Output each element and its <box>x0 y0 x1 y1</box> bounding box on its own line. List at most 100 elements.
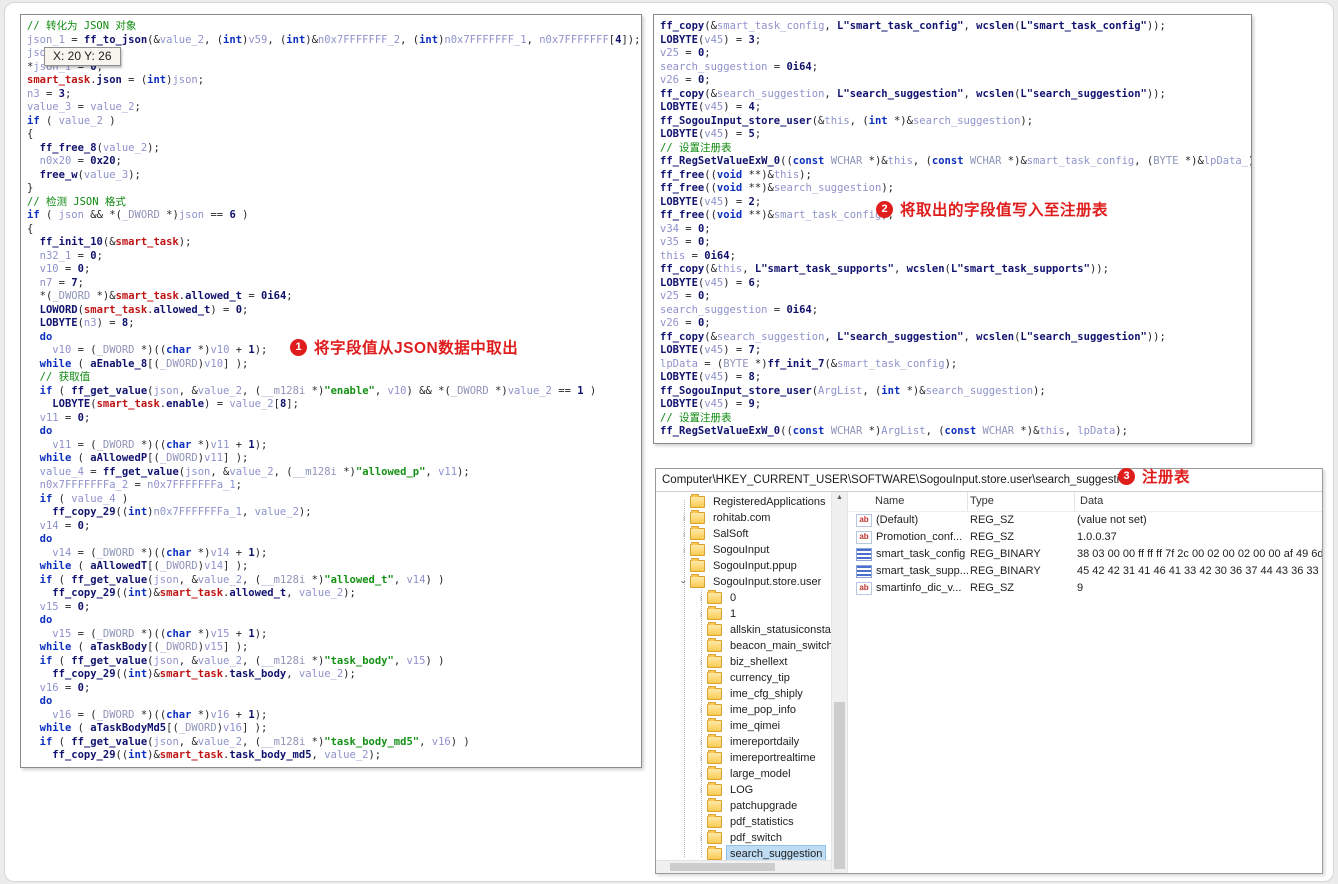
code-line[interactable]: // 检测 JSON 格式 <box>27 196 641 210</box>
code-line[interactable]: ff_free((void **)&search_suggestion); <box>660 182 1251 196</box>
tree-item-biz_shellext[interactable]: › biz_shellext <box>656 654 831 670</box>
tree-item-search_suggestion[interactable]: search_suggestion <box>656 845 831 861</box>
code-line[interactable]: search_suggestion = 0i64; <box>660 304 1251 318</box>
chevron-right-icon[interactable]: › <box>695 830 707 846</box>
tree-item-SalSoft[interactable]: › SalSoft <box>656 526 831 542</box>
tree-item-SogouInput.store.user[interactable]: › SogouInput.store.user <box>656 574 831 590</box>
code-line[interactable]: v26 = 0; <box>660 74 1251 88</box>
code-line[interactable]: n0x7FFFFFFFa_2 = n0x7FFFFFFFa_1; <box>27 479 641 493</box>
code-line[interactable]: v25 = 0; <box>660 47 1251 61</box>
code-line[interactable]: n32_1 = 0; <box>27 250 641 264</box>
value-row-Promotion_conf...[interactable]: ab Promotion_conf... REG_SZ 1.0.0.37 <box>848 529 1322 546</box>
code-line[interactable]: v34 = 0; <box>660 223 1251 237</box>
code-line[interactable]: this = 0i64; <box>660 250 1251 264</box>
code-line[interactable]: value_4 = ff_get_value(json, &value_2, (… <box>27 466 641 480</box>
column-header-data[interactable]: Data <box>1075 492 1322 511</box>
code-line[interactable]: ff_copy(&search_suggestion, L"search_sug… <box>660 331 1251 345</box>
code-line[interactable]: search_suggestion = 0i64; <box>660 61 1251 75</box>
code-line[interactable]: n0x20 = 0x20; <box>27 155 641 169</box>
tree-item-currency_tip[interactable]: currency_tip <box>656 670 831 686</box>
tree-item-patchupgrade[interactable]: patchupgrade <box>656 798 831 814</box>
tree-horizontal-scrollbar[interactable] <box>656 860 831 873</box>
code-line[interactable]: v35 = 0; <box>660 236 1251 250</box>
code-line[interactable]: ff_init_10(&smart_task); <box>27 236 641 250</box>
tree-item-imereportdaily[interactable]: › imereportdaily <box>656 734 831 750</box>
code-line[interactable]: if ( ff_get_value(json, &value_2, (__m12… <box>27 385 641 399</box>
code-line[interactable]: LOBYTE(v45) = 8; <box>660 371 1251 385</box>
code-line[interactable]: ff_copy_29((int)n0x7FFFFFFFa_1, value_2)… <box>27 506 641 520</box>
code-line[interactable]: do <box>27 425 641 439</box>
code-line[interactable]: ff_RegSetValueExW_0((const WCHAR *)&this… <box>660 155 1251 169</box>
tree-item-0[interactable]: › 0 <box>656 590 831 606</box>
code-line[interactable]: LOBYTE(v45) = 9; <box>660 398 1251 412</box>
tree-item-1[interactable]: › 1 <box>656 606 831 622</box>
tree-item-SogouInput.ppup[interactable]: SogouInput.ppup <box>656 558 831 574</box>
code-line[interactable]: if ( value_2 ) <box>27 115 641 129</box>
tree-item-pdf_switch[interactable]: › pdf_switch <box>656 830 831 846</box>
code-line[interactable]: v26 = 0; <box>660 317 1251 331</box>
scrollbar-thumb[interactable] <box>670 863 775 871</box>
chevron-right-icon[interactable]: › <box>695 734 707 750</box>
chevron-right-icon[interactable]: › <box>678 542 690 558</box>
chevron-right-icon[interactable]: › <box>695 654 707 670</box>
chevron-right-icon[interactable]: › <box>695 782 707 798</box>
code-line[interactable]: if ( ff_get_value(json, &value_2, (__m12… <box>27 574 641 588</box>
code-line[interactable]: if ( ff_get_value(json, &value_2, (__m12… <box>27 736 641 750</box>
code-line[interactable]: v10 = 0; <box>27 263 641 277</box>
tree-vertical-scrollbar[interactable]: ▲ <box>831 492 848 873</box>
scroll-up-icon[interactable]: ▲ <box>832 494 847 501</box>
code-line[interactable]: // 设置注册表 <box>660 142 1251 156</box>
code-line[interactable]: while ( aEnable_8[(_DWORD)v10] ); <box>27 358 641 372</box>
code-line[interactable]: free_w(value_3); <box>27 169 641 183</box>
chevron-right-icon[interactable]: › <box>695 750 707 766</box>
chevron-right-icon[interactable]: › <box>695 702 707 718</box>
code-line[interactable]: } <box>27 182 641 196</box>
code-line[interactable]: do <box>27 695 641 709</box>
code-line[interactable]: LOBYTE(smart_task.enable) = value_2[8]; <box>27 398 641 412</box>
registry-address-bar[interactable]: Computer\HKEY_CURRENT_USER\SOFTWARE\Sogo… <box>656 469 1322 492</box>
tree-item-ime_pop_info[interactable]: › ime_pop_info <box>656 702 831 718</box>
code-line[interactable]: lpData = (BYTE *)ff_init_7(&smart_task_c… <box>660 358 1251 372</box>
tree-item-ime_qimei[interactable]: ime_qimei <box>656 718 831 734</box>
code-line[interactable]: v16 = (_DWORD *)((char *)v16 + 1); <box>27 709 641 723</box>
column-header-type[interactable]: Type <box>968 492 1075 511</box>
code-line[interactable]: ff_copy_29((int)&smart_task.task_body, v… <box>27 668 641 682</box>
value-row-smart_task_supp...[interactable]: smart_task_supp... REG_BINARY 45 42 42 31 … <box>848 563 1322 580</box>
code-line[interactable]: LOBYTE(v45) = 4; <box>660 101 1251 115</box>
code-line[interactable]: v25 = 0; <box>660 290 1251 304</box>
code-line[interactable]: ff_copy(&smart_task_config, L"smart_task… <box>660 20 1251 34</box>
code-line[interactable]: if ( json && *(_DWORD *)json == 6 ) <box>27 209 641 223</box>
tree-item-pdf_statistics[interactable]: pdf_statistics <box>656 814 831 830</box>
tree-item-large_model[interactable]: › large_model <box>656 766 831 782</box>
code-line[interactable]: n7 = 7; <box>27 277 641 291</box>
tree-item-beacon_main_switch[interactable]: beacon_main_switch <box>656 638 831 654</box>
code-line[interactable]: while ( aAllowedT[(_DWORD)v14] ); <box>27 560 641 574</box>
code-line[interactable]: do <box>27 533 641 547</box>
code-line[interactable]: *(_DWORD *)&smart_task.allowed_t = 0i64; <box>27 290 641 304</box>
code-line[interactable]: LOBYTE(v45) = 7; <box>660 344 1251 358</box>
tree-item-ime_cfg_shiply[interactable]: ime_cfg_shiply <box>656 686 831 702</box>
code-line[interactable]: LOBYTE(v45) = 5; <box>660 128 1251 142</box>
code-line[interactable]: // 设置注册表 <box>660 412 1251 426</box>
code-line[interactable]: LOBYTE(v45) = 3; <box>660 34 1251 48</box>
code-line[interactable]: while ( aTaskBodyMd5[(_DWORD)v16] ); <box>27 722 641 736</box>
code-line[interactable]: // 转化为 JSON 对象 <box>27 20 641 34</box>
code-line[interactable]: if ( value_4 ) <box>27 493 641 507</box>
tree-item-allskin_statusiconstatis[interactable]: allskin_statusiconstatis <box>656 622 831 638</box>
code-line[interactable]: ff_SogouInput_store_user(ArgList, (int *… <box>660 385 1251 399</box>
code-line[interactable]: v16 = 0; <box>27 682 641 696</box>
code-line[interactable]: v11 = (_DWORD *)((char *)v11 + 1); <box>27 439 641 453</box>
code-line[interactable]: smart_task.json = (int)json; <box>27 74 641 88</box>
code-line[interactable]: n3 = 3; <box>27 88 641 102</box>
value-row-smartinfo_dic_v...[interactable]: ab smartinfo_dic_v... REG_SZ 9 <box>848 580 1322 597</box>
code-line[interactable]: v14 = (_DWORD *)((char *)v14 + 1); <box>27 547 641 561</box>
code-line[interactable]: v14 = 0; <box>27 520 641 534</box>
scrollbar-thumb[interactable] <box>834 701 845 870</box>
code-line[interactable]: json_1 = ff_to_json(&value_2, (int)v59, … <box>27 34 641 48</box>
code-line[interactable]: LOWORD(smart_task.allowed_t) = 0; <box>27 304 641 318</box>
code-line[interactable]: ff_copy_29((int)&smart_task.task_body_md… <box>27 749 641 763</box>
code-line[interactable]: // 获取值 <box>27 371 641 385</box>
code-line[interactable]: ff_free((void **)&this); <box>660 169 1251 183</box>
code-line[interactable]: ff_copy(&search_suggestion, L"search_sug… <box>660 88 1251 102</box>
code-line[interactable]: LOBYTE(v45) = 6; <box>660 277 1251 291</box>
